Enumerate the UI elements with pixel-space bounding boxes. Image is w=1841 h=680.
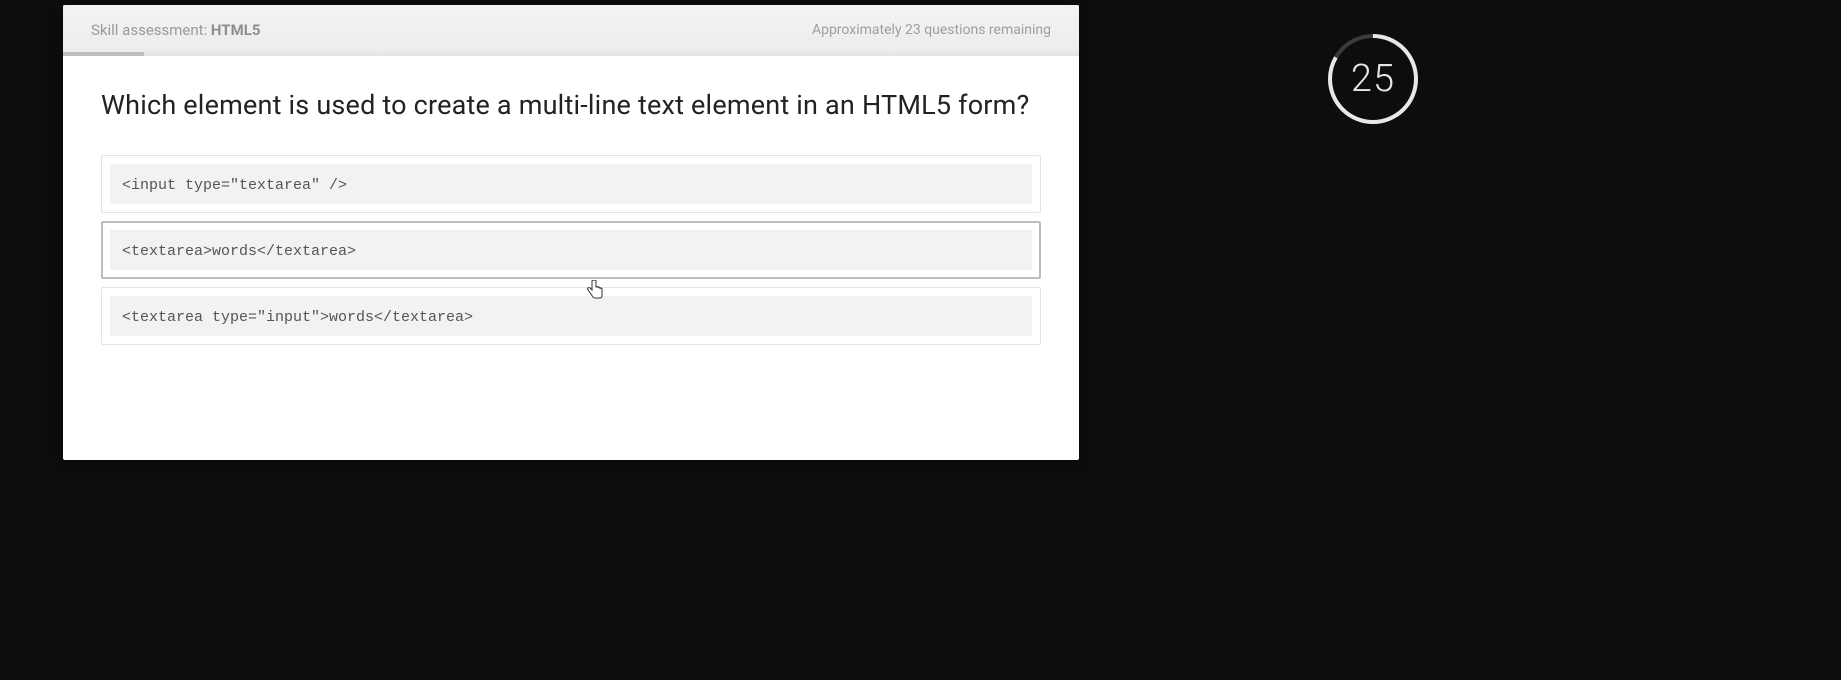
answer-option-1[interactable]: <textarea>words</textarea> bbox=[101, 221, 1041, 279]
header-title: Skill assessment: HTML5 bbox=[91, 21, 260, 39]
answer-code: <textarea>words</textarea> bbox=[122, 243, 356, 260]
answer-option-2[interactable]: <textarea type="input">words</textarea> bbox=[101, 287, 1041, 345]
question-text: Which element is used to create a multi-… bbox=[101, 89, 1041, 121]
card-header: Skill assessment: HTML5 Approximately 23… bbox=[63, 5, 1079, 55]
answer-code: <textarea type="input">words</textarea> bbox=[122, 309, 473, 326]
questions-remaining: Approximately 23 questions remaining bbox=[812, 22, 1051, 38]
progress-fill bbox=[63, 52, 144, 56]
answer-option-0[interactable]: <input type="textarea" /> bbox=[101, 155, 1041, 213]
answer-option-inner: <input type="textarea" /> bbox=[110, 164, 1032, 204]
assessment-card: Skill assessment: HTML5 Approximately 23… bbox=[63, 5, 1079, 460]
timer-value: 25 bbox=[1327, 33, 1419, 125]
header-topic: HTML5 bbox=[211, 21, 261, 39]
answer-option-inner: <textarea>words</textarea> bbox=[110, 230, 1032, 270]
card-body: Which element is used to create a multi-… bbox=[63, 55, 1079, 383]
progress-bar bbox=[63, 52, 1079, 56]
countdown-timer: 25 bbox=[1327, 33, 1419, 125]
answer-code: <input type="textarea" /> bbox=[122, 177, 347, 194]
header-prefix: Skill assessment: bbox=[91, 21, 211, 39]
answer-option-inner: <textarea type="input">words</textarea> bbox=[110, 296, 1032, 336]
